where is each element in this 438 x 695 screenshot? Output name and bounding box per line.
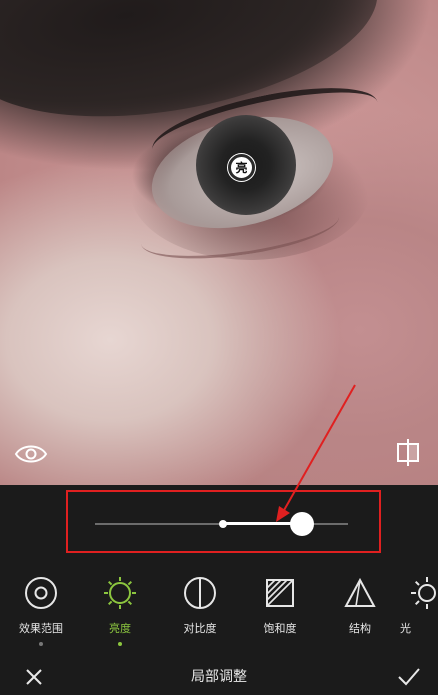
tool-label: 效果范围 bbox=[19, 622, 63, 635]
tool-label: 结构 bbox=[349, 622, 371, 635]
adjustment-point-label: 亮 bbox=[235, 161, 248, 175]
tool-label: 光 bbox=[400, 622, 411, 635]
bottom-bar: 局部调整 bbox=[0, 655, 438, 695]
tool-indicator-dot bbox=[118, 642, 122, 646]
contrast-icon bbox=[184, 577, 216, 609]
page-title: 局部调整 bbox=[191, 669, 247, 685]
photo-canvas[interactable]: 亮 bbox=[0, 0, 438, 485]
checkmark-icon[interactable] bbox=[396, 665, 422, 689]
annotation-highlight-box bbox=[66, 490, 381, 553]
tool-contrast[interactable]: 对比度 bbox=[165, 572, 235, 652]
tool-label: 对比度 bbox=[183, 622, 217, 635]
light-icon bbox=[411, 577, 436, 609]
tool-indicator-dot bbox=[39, 642, 43, 646]
tool-effect-range[interactable]: 效果范围 bbox=[6, 572, 76, 652]
tool-structure[interactable]: 结构 bbox=[325, 572, 395, 652]
tool-light[interactable]: 光 bbox=[398, 572, 438, 652]
adjustment-point-marker[interactable]: 亮 bbox=[228, 154, 255, 181]
eye-icon[interactable] bbox=[14, 440, 48, 468]
brightness-icon bbox=[104, 577, 136, 609]
tool-brightness[interactable]: 亮度 bbox=[85, 572, 155, 652]
structure-icon bbox=[344, 577, 376, 607]
compare-icon[interactable] bbox=[394, 437, 424, 467]
effect-range-icon bbox=[25, 577, 57, 609]
tool-label: 亮度 bbox=[109, 622, 131, 635]
tool-saturation[interactable]: 饱和度 bbox=[245, 572, 315, 652]
tool-label: 饱和度 bbox=[263, 622, 297, 635]
saturation-icon bbox=[266, 579, 294, 607]
